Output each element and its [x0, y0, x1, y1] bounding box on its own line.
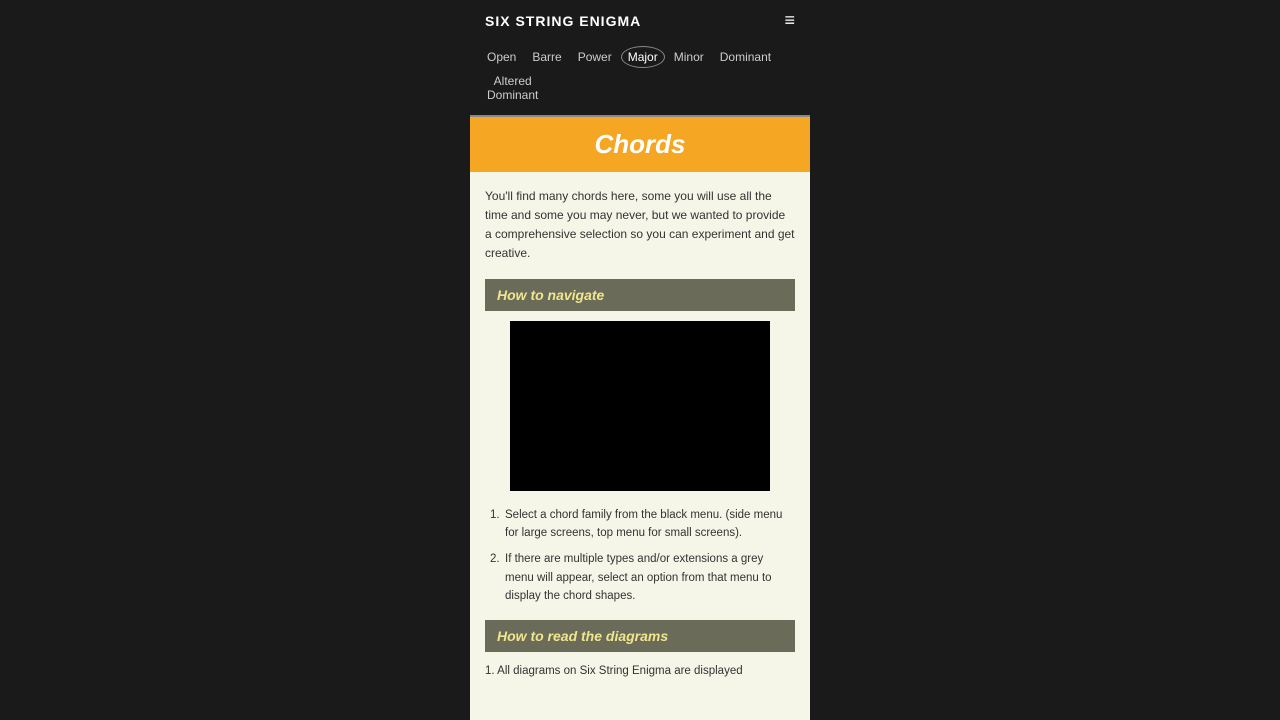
- nav-item-altered-dominant[interactable]: AlteredDominant: [480, 70, 545, 107]
- site-title: SIX STRING ENIGMA: [485, 13, 641, 29]
- nav-bar: Open Barre Power Major Minor Dominant Al…: [470, 41, 810, 117]
- nav-item-major[interactable]: Major: [621, 46, 665, 68]
- step-number-1: 1.: [490, 506, 500, 524]
- step-text-1: Select a chord family from the black men…: [505, 509, 782, 539]
- intro-text: You'll find many chords here, some you w…: [485, 187, 795, 264]
- video-placeholder[interactable]: [510, 321, 770, 491]
- list-item: 2. If there are multiple types and/or ex…: [490, 550, 795, 605]
- nav-item-open[interactable]: Open: [480, 46, 523, 68]
- nav-item-dominant[interactable]: Dominant: [713, 46, 778, 68]
- nav-item-barre[interactable]: Barre: [525, 46, 568, 68]
- how-to-read-title: How to read the diagrams: [497, 628, 783, 644]
- instructions-list: 1. Select a chord family from the black …: [485, 506, 795, 606]
- hamburger-icon[interactable]: ≡: [784, 10, 795, 31]
- how-to-navigate-title: How to navigate: [497, 287, 783, 303]
- header: SIX STRING ENIGMA ≡: [470, 0, 810, 41]
- diagrams-text: 1. All diagrams on Six String Enigma are…: [485, 662, 795, 680]
- nav-item-minor[interactable]: Minor: [667, 46, 711, 68]
- how-to-read-header: How to read the diagrams: [485, 620, 795, 652]
- list-item: 1. Select a chord family from the black …: [490, 506, 795, 543]
- step-number-2: 2.: [490, 550, 500, 568]
- chords-banner: Chords: [470, 117, 810, 172]
- step-text-2: If there are multiple types and/or exten…: [505, 553, 772, 602]
- nav-item-power[interactable]: Power: [571, 46, 619, 68]
- content: You'll find many chords here, some you w…: [470, 172, 810, 696]
- page-wrapper: SIX STRING ENIGMA ≡ Open Barre Power Maj…: [470, 0, 810, 720]
- how-to-navigate-header: How to navigate: [485, 279, 795, 311]
- chords-title: Chords: [482, 129, 798, 160]
